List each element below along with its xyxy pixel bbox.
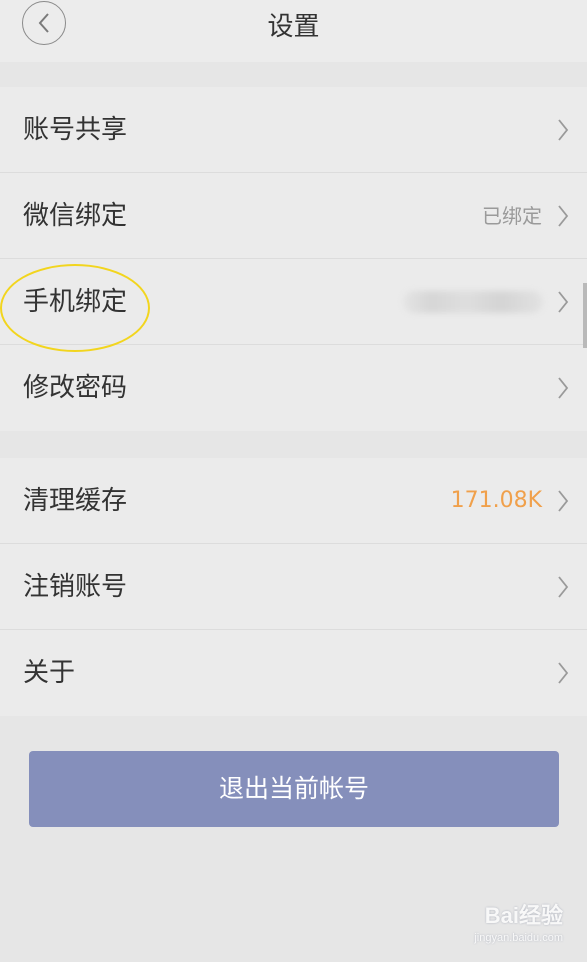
highlight-circle-annotation — [0, 264, 150, 352]
page-title: 设置 — [267, 12, 320, 42]
settings-group-system: 清理缓存 171.08K 注销账号 关于 — [0, 458, 587, 716]
chevron-right-icon — [558, 291, 569, 313]
row-label: 关于 — [23, 658, 76, 688]
chevron-right-icon — [558, 119, 569, 141]
watermark-logo-text: Bai经验 — [484, 903, 563, 928]
header-bar: 设置 — [0, 0, 587, 62]
row-label: 清理缓存 — [23, 486, 128, 516]
settings-group-account: 账号共享 微信绑定 已绑定 手机绑定 修改密码 — [0, 87, 587, 431]
settings-row-change-password[interactable]: 修改密码 — [0, 345, 587, 431]
logout-button[interactable]: 退出当前帐号 — [29, 751, 559, 827]
chevron-right-icon — [558, 490, 569, 512]
watermark-url: jingyan.baidu.com — [474, 932, 563, 944]
row-label: 账号共享 — [23, 115, 128, 145]
cache-size: 171.08K — [450, 488, 542, 513]
scrollbar[interactable] — [583, 283, 587, 348]
row-label: 注销账号 — [23, 572, 128, 602]
settings-row-account-share[interactable]: 账号共享 — [0, 87, 587, 173]
blurred-phone-number — [403, 291, 543, 313]
chevron-right-icon — [558, 377, 569, 399]
baidu-jingyan-watermark: Bai经验 jingyan.baidu.com — [474, 898, 563, 944]
chevron-right-icon — [558, 576, 569, 598]
chevron-right-icon — [558, 662, 569, 684]
settings-row-about[interactable]: 关于 — [0, 630, 587, 716]
chevron-right-icon — [558, 205, 569, 227]
settings-row-delete-account[interactable]: 注销账号 — [0, 544, 587, 630]
wechat-binding-status: 已绑定 — [482, 204, 542, 228]
row-label: 微信绑定 — [23, 201, 128, 231]
settings-row-clear-cache[interactable]: 清理缓存 171.08K — [0, 458, 587, 544]
settings-row-wechat-binding[interactable]: 微信绑定 已绑定 — [0, 173, 587, 259]
row-label: 修改密码 — [23, 373, 128, 403]
